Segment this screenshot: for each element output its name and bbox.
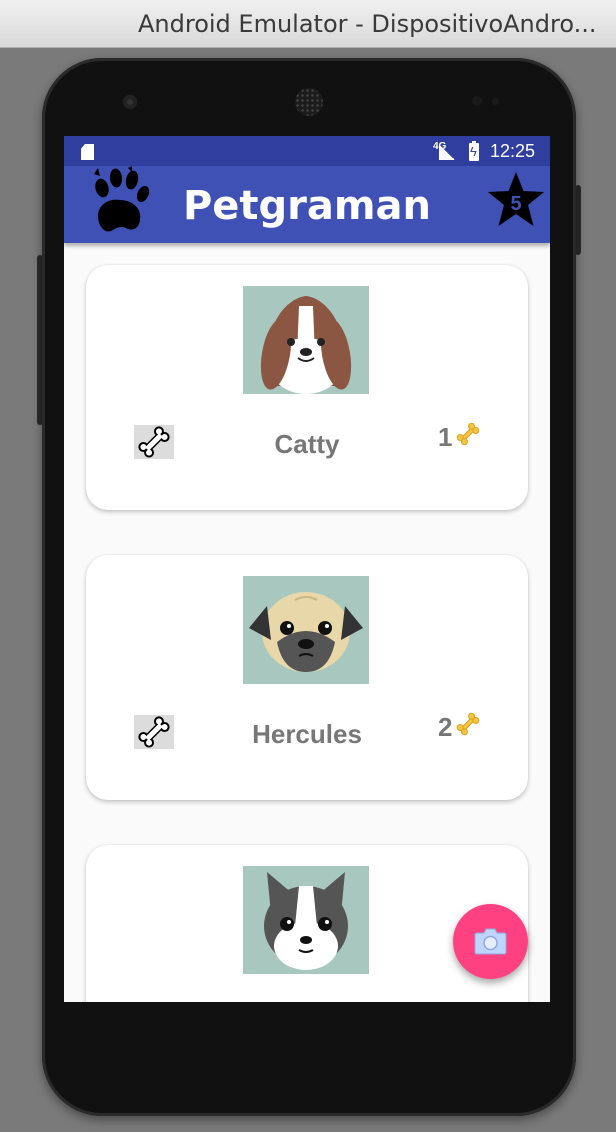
pug-face-icon (243, 576, 369, 684)
speaker-grille (295, 88, 323, 116)
sd-card-icon (81, 144, 94, 160)
star-badge[interactable]: 5 (486, 170, 546, 230)
pet-card: Catty 1 (86, 265, 528, 510)
signal-icon (439, 144, 455, 160)
battery-charging-icon: ϟ (469, 141, 479, 161)
battery-bolt-glyph: ϟ (470, 144, 477, 159)
pet-photo (243, 286, 369, 394)
star-count: 5 (510, 193, 521, 215)
like-count-value: 1 (438, 422, 453, 452)
window-titlebar[interactable]: Android Emulator - DispositivoAndro... (0, 0, 616, 48)
gold-bone-icon (457, 712, 480, 736)
clock: 12:25 (490, 141, 536, 161)
camera-fab[interactable] (453, 904, 528, 979)
light-sensor (492, 98, 499, 105)
front-camera-icon (123, 95, 137, 109)
like-count-value: 2 (438, 712, 453, 742)
app-title: Petgraman (182, 183, 432, 229)
device-screen: 4G ϟ 12:25 Petgraman 5 (64, 136, 550, 1002)
beagle-face-icon (243, 286, 369, 394)
app-bar: Petgraman 5 (64, 166, 550, 243)
window-title: Android Emulator - DispositivoAndro... (138, 10, 597, 38)
gold-bone-icon (457, 422, 480, 446)
pet-card: Hercules 2 (86, 555, 528, 800)
like-count: 2 (438, 712, 482, 743)
pet-photo (243, 866, 369, 974)
pet-list[interactable]: Catty 1 Hercules 2 (64, 243, 550, 1002)
camera-icon (474, 928, 507, 955)
pet-photo (243, 576, 369, 684)
like-count: 1 (438, 422, 482, 453)
proximity-sensor (472, 96, 482, 106)
status-bar: 4G ϟ 12:25 (64, 136, 550, 166)
bulldog-face-icon (243, 866, 369, 974)
